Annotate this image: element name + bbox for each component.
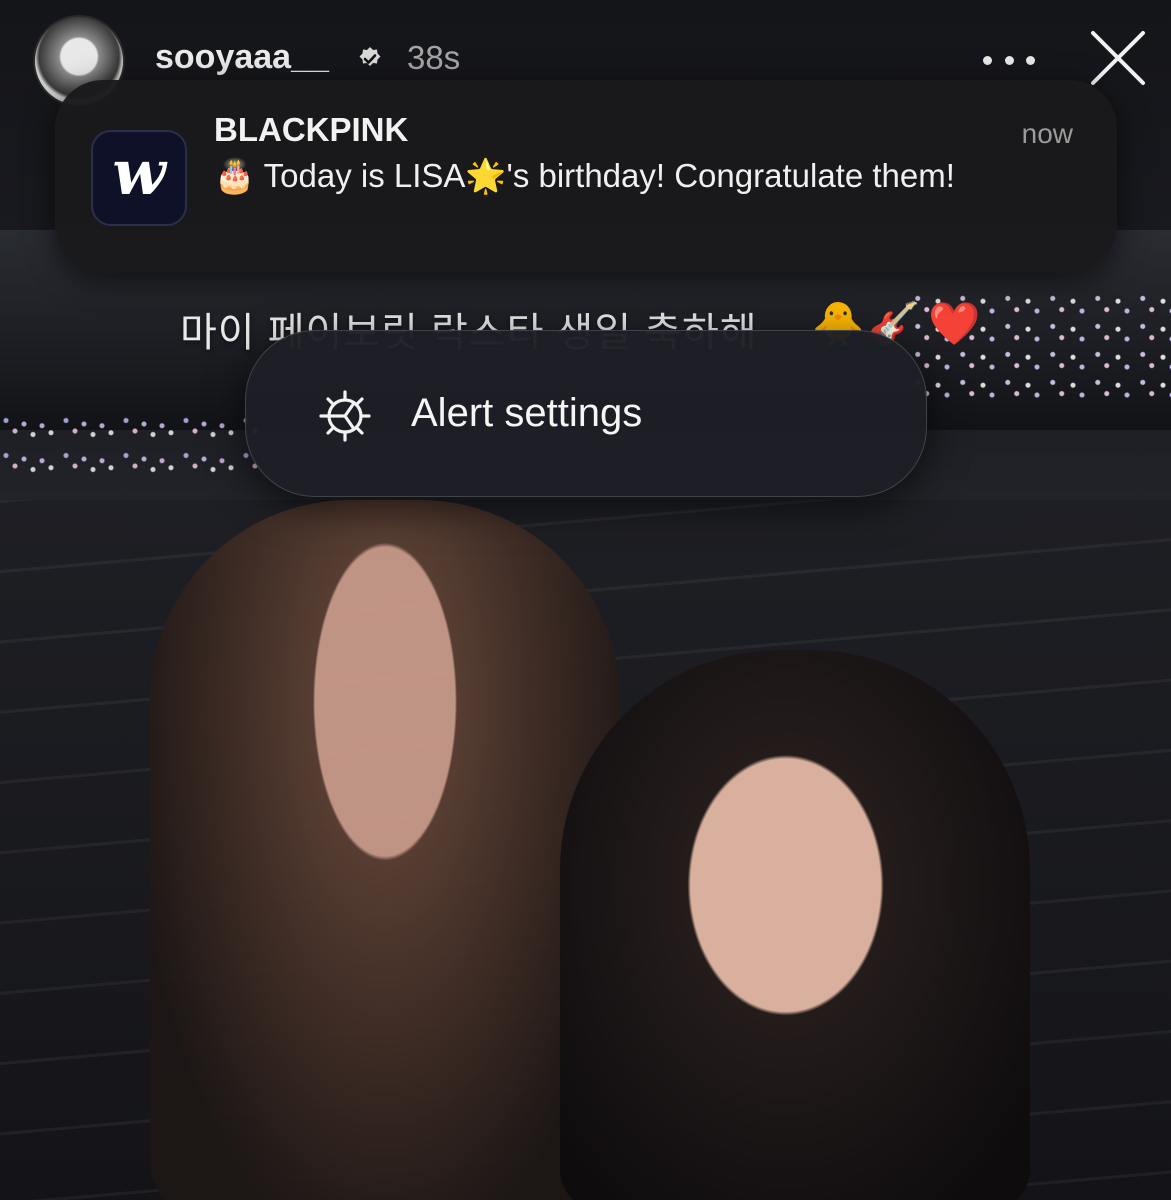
app-icon-letter: w: [112, 136, 166, 209]
close-icon[interactable]: [1085, 25, 1151, 91]
username[interactable]: sooyaaa__: [155, 38, 329, 77]
crowd-lights-left: [0, 410, 260, 480]
heart-emoji-icon: ❤️: [928, 300, 981, 347]
notification-title: BLACKPINK: [214, 111, 409, 148]
person-left: [150, 500, 620, 1200]
weverse-app-icon: w: [91, 130, 187, 226]
notification-banner[interactable]: w BLACKPINK now 🎂 Today is LISA🌟's birth…: [55, 80, 1117, 273]
notification-time: now: [1021, 118, 1073, 149]
more-dots-icon: [1004, 55, 1014, 65]
verified-badge-icon: [359, 47, 381, 66]
story-timestamp: 38s: [407, 39, 461, 76]
gear-icon: [319, 390, 371, 442]
alert-settings-menu-item[interactable]: Alert settings: [245, 330, 927, 497]
more-dots-icon: [983, 55, 992, 65]
notification-message: 🎂 Today is LISA🌟's birthday! Congratulat…: [214, 157, 955, 194]
more-options-button[interactable]: [983, 42, 1035, 78]
alert-settings-label: Alert settings: [411, 391, 643, 435]
more-dots-icon: [1026, 55, 1035, 65]
person-right: [560, 650, 1030, 1200]
